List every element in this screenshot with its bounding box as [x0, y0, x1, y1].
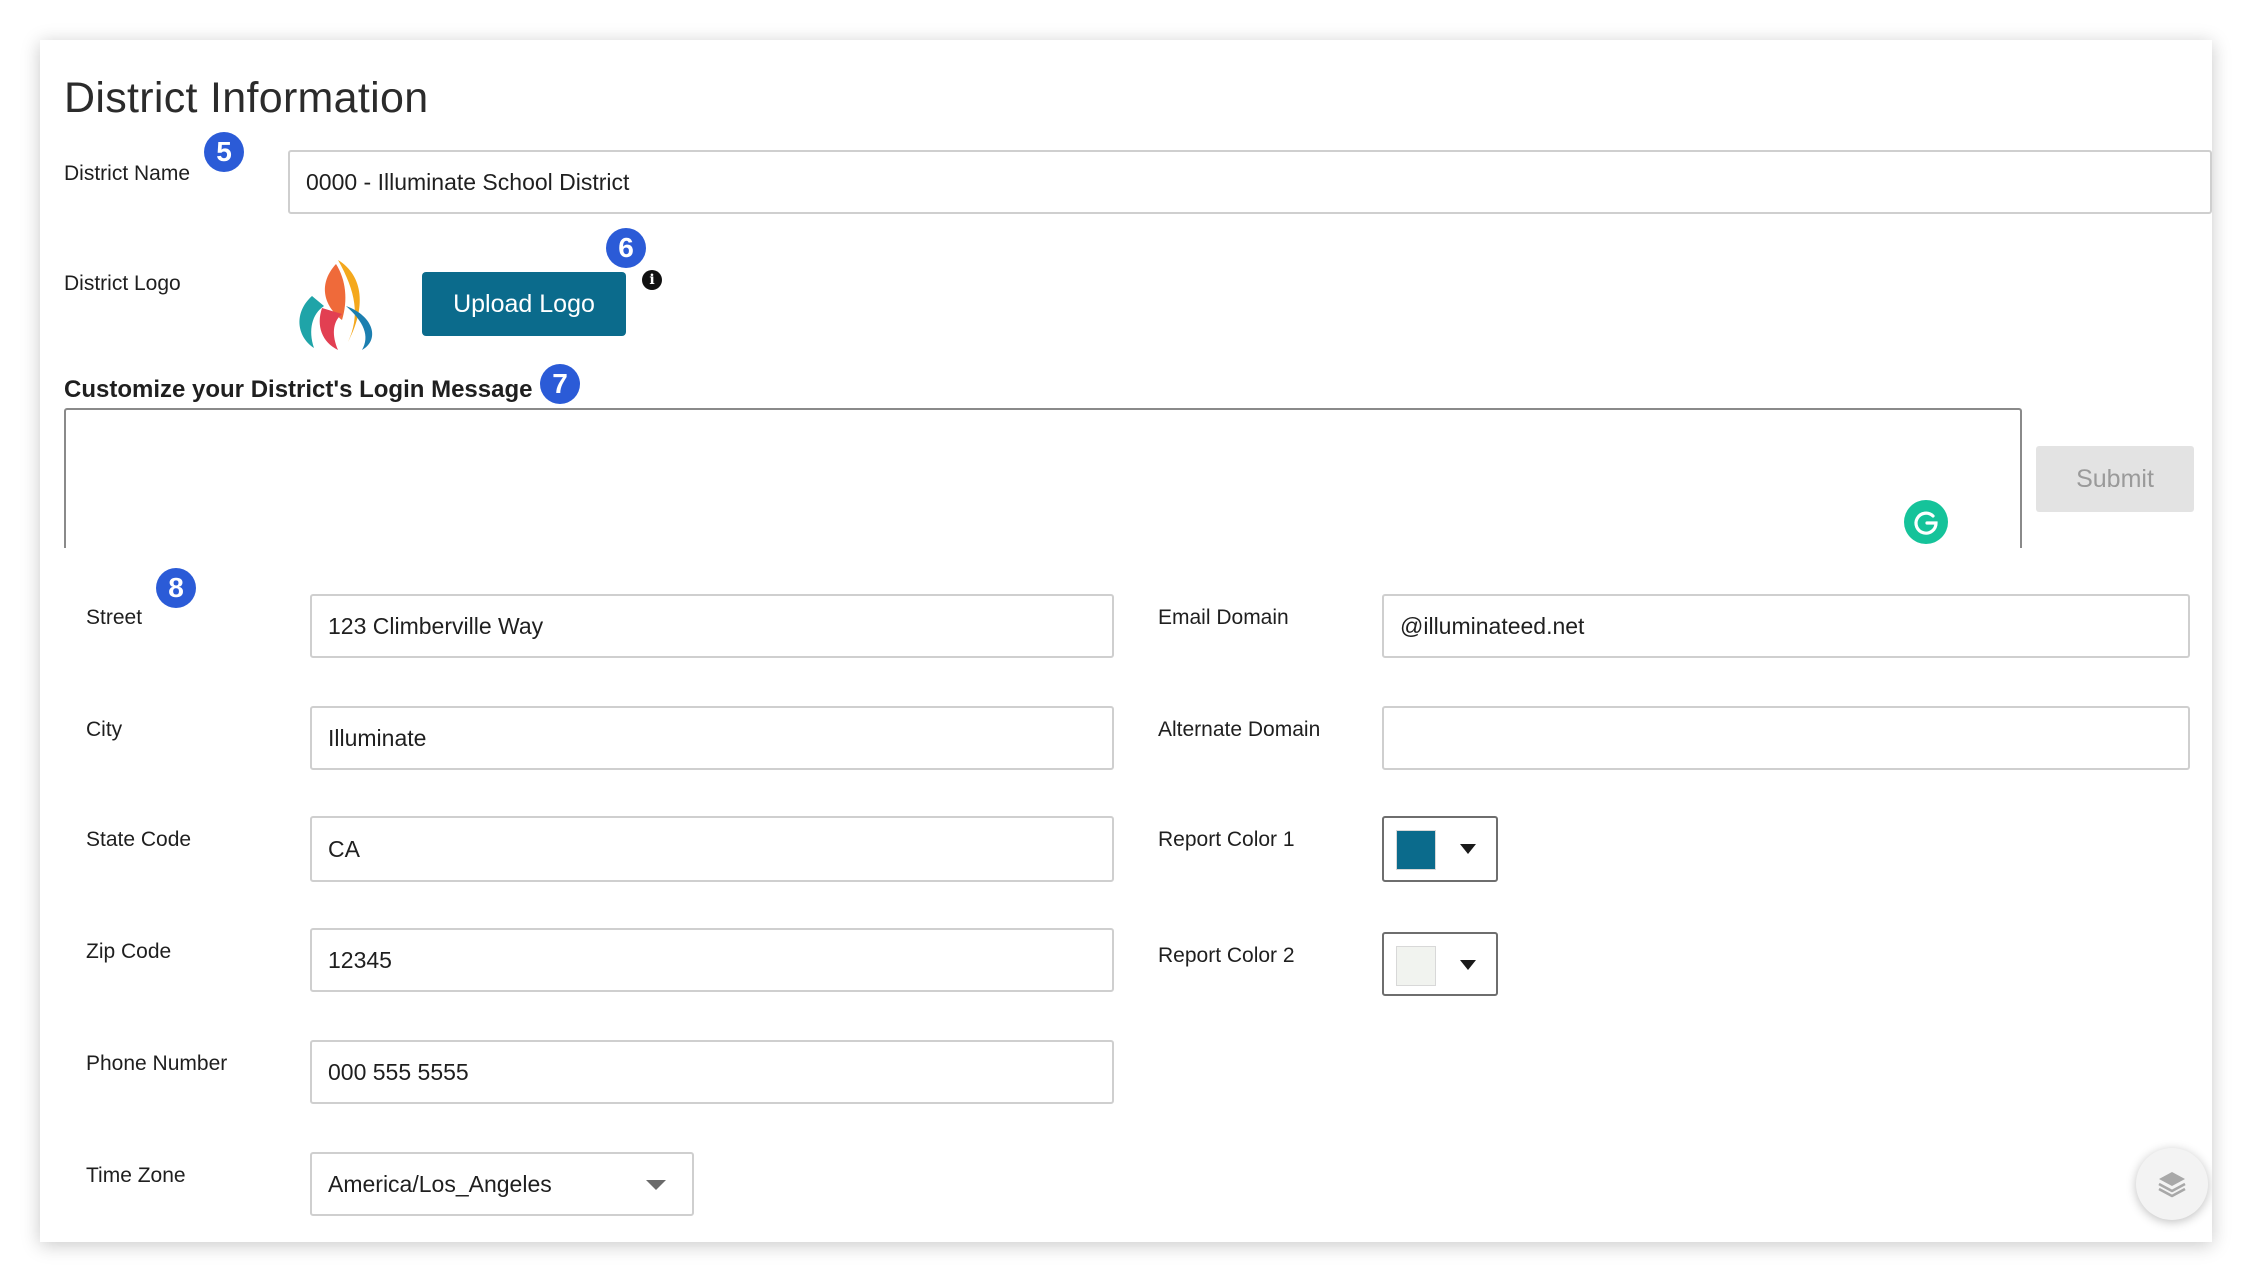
upload-logo-button[interactable]: Upload Logo: [422, 272, 626, 336]
step-badge-5: 5: [204, 132, 244, 172]
color-swatch-2: [1396, 946, 1436, 986]
step-badge-8: 8: [156, 568, 196, 608]
report-color-2-label: Report Color 2: [1158, 944, 1295, 967]
alternate-domain-input[interactable]: [1382, 706, 2190, 770]
city-label: City: [86, 718, 123, 741]
district-info-panel: District Information District Name 5 Dis…: [40, 40, 2212, 1242]
caret-down-icon: [646, 1180, 666, 1190]
street-label: Street: [86, 606, 143, 629]
report-color-1-label: Report Color 1: [1158, 828, 1295, 851]
alternate-domain-label: Alternate Domain: [1158, 718, 1321, 741]
page-title: District Information: [64, 74, 429, 122]
district-name-label: District Name: [64, 162, 191, 185]
street-input[interactable]: [310, 594, 1114, 658]
login-message-label: Customize your District's Login Message: [64, 376, 533, 403]
zip-code-input[interactable]: [310, 928, 1114, 992]
phone-number-label: Phone Number: [86, 1052, 228, 1075]
zip-code-label: Zip Code: [86, 940, 172, 963]
caret-down-icon: [1460, 960, 1476, 970]
email-domain-label: Email Domain: [1158, 606, 1289, 629]
district-logo-label: District Logo: [64, 272, 181, 295]
step-badge-6: 6: [606, 228, 646, 268]
submit-button[interactable]: Submit: [2036, 446, 2194, 512]
phone-number-input[interactable]: [310, 1040, 1114, 1104]
layers-button[interactable]: [2136, 1148, 2208, 1220]
grammarly-icon[interactable]: [1904, 500, 1948, 544]
color-swatch-1: [1396, 830, 1436, 870]
state-code-label: State Code: [86, 828, 192, 851]
login-message-textarea[interactable]: [64, 408, 2022, 548]
city-input[interactable]: [310, 706, 1114, 770]
step-badge-7: 7: [540, 364, 580, 404]
report-color-1-picker[interactable]: [1382, 816, 1498, 882]
time-zone-select[interactable]: America/Los_Angeles: [310, 1152, 694, 1216]
district-name-input[interactable]: [288, 150, 2212, 214]
flame-logo: [286, 256, 386, 356]
report-color-2-picker[interactable]: [1382, 932, 1498, 996]
info-icon[interactable]: i: [642, 270, 662, 290]
time-zone-label: Time Zone: [86, 1164, 186, 1187]
time-zone-value: America/Los_Angeles: [328, 1170, 552, 1197]
caret-down-icon: [1460, 844, 1476, 854]
layers-icon: [2158, 1172, 2186, 1198]
state-code-input[interactable]: [310, 816, 1114, 882]
email-domain-input[interactable]: [1382, 594, 2190, 658]
